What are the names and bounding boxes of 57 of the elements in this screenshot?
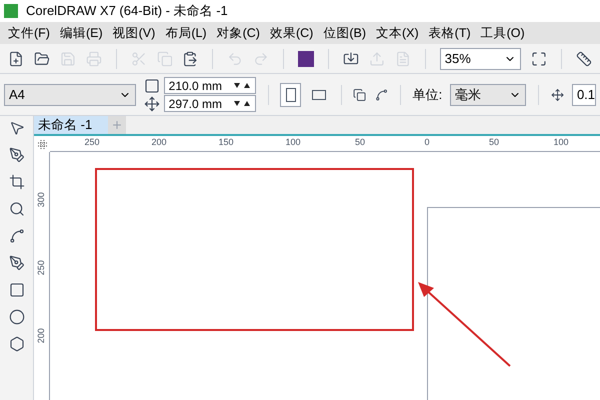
spinner-arrows-icon[interactable] bbox=[232, 99, 251, 108]
app-launcher-icon[interactable] bbox=[298, 50, 314, 66]
menu-item[interactable]: 文本(X) bbox=[376, 24, 419, 42]
artistic-media-icon[interactable] bbox=[8, 255, 24, 271]
page-size-dropdown[interactable]: A4 bbox=[4, 84, 136, 106]
ruler-label: 150 bbox=[218, 136, 234, 149]
menu-item[interactable]: 对象(C) bbox=[216, 24, 260, 42]
unit-dropdown[interactable]: 毫米 bbox=[450, 84, 526, 106]
menu-item[interactable]: 视图(V) bbox=[112, 24, 156, 42]
ruler-label: 250 bbox=[34, 260, 47, 276]
paste-icon[interactable] bbox=[182, 50, 198, 66]
dimension-field[interactable]: 297.0 mm bbox=[164, 95, 256, 112]
nudge-field[interactable]: 0.1 bbox=[572, 84, 596, 106]
ruler-label: 100 bbox=[285, 136, 301, 149]
import-icon[interactable] bbox=[343, 50, 359, 66]
ruler-label: 0 bbox=[424, 136, 430, 149]
menu-item[interactable]: 表格(T) bbox=[428, 24, 471, 42]
pages-icon[interactable] bbox=[353, 86, 367, 102]
window-title: CorelDRAW X7 (64-Bit) - 未命名 -1 bbox=[26, 2, 228, 20]
ruler-label: 50 bbox=[355, 136, 365, 149]
dimension-field[interactable]: 210.0 mm bbox=[164, 77, 256, 94]
app-logo-icon bbox=[4, 4, 18, 18]
new-document-icon[interactable] bbox=[8, 50, 24, 66]
ruler-icon[interactable] bbox=[576, 50, 592, 66]
height-icon[interactable] bbox=[144, 96, 160, 112]
shape-tool-icon[interactable] bbox=[8, 147, 24, 163]
menu-item[interactable]: 编辑(E) bbox=[60, 24, 103, 42]
folder-icon[interactable] bbox=[34, 50, 50, 66]
document-tab[interactable]: 未命名 -1 bbox=[34, 116, 108, 134]
menu-item[interactable]: 文件(F) bbox=[8, 24, 50, 42]
nudge-icon[interactable] bbox=[550, 86, 564, 102]
arrow-icon bbox=[416, 280, 512, 368]
ruler-label: 300 bbox=[34, 192, 47, 208]
ruler-origin-icon[interactable] bbox=[38, 140, 46, 148]
zoom-dropdown[interactable]: 35% bbox=[440, 48, 522, 70]
rectangle-tool-icon[interactable] bbox=[8, 282, 24, 298]
ruler-label: 200 bbox=[34, 328, 47, 344]
ruler-label: 100 bbox=[553, 136, 569, 149]
freehand-tool-icon[interactable] bbox=[8, 228, 24, 244]
ruler-label: 250 bbox=[84, 136, 100, 149]
pointer-tool-icon[interactable] bbox=[8, 120, 24, 136]
zoom-fit-icon[interactable] bbox=[531, 50, 548, 66]
layout-icon[interactable] bbox=[374, 86, 388, 102]
ruler-label: 50 bbox=[489, 136, 499, 149]
unit-label: 单位: bbox=[412, 86, 442, 104]
polygon-tool-icon[interactable] bbox=[8, 336, 24, 352]
portrait-button[interactable] bbox=[280, 82, 301, 106]
menu-item[interactable]: 位图(B) bbox=[323, 24, 366, 42]
width-icon[interactable] bbox=[144, 78, 160, 94]
menu-item[interactable]: 效果(C) bbox=[270, 24, 314, 42]
spinner-arrows-icon[interactable] bbox=[232, 81, 251, 90]
ruler-label: 200 bbox=[151, 136, 167, 149]
menu-item[interactable]: 布局(L) bbox=[165, 24, 207, 42]
ellipse-tool-icon[interactable] bbox=[8, 309, 24, 325]
zoom-tool-icon[interactable] bbox=[8, 201, 24, 217]
menu-item[interactable]: 工具(O) bbox=[480, 24, 525, 42]
crop-tool-icon[interactable] bbox=[8, 174, 24, 190]
